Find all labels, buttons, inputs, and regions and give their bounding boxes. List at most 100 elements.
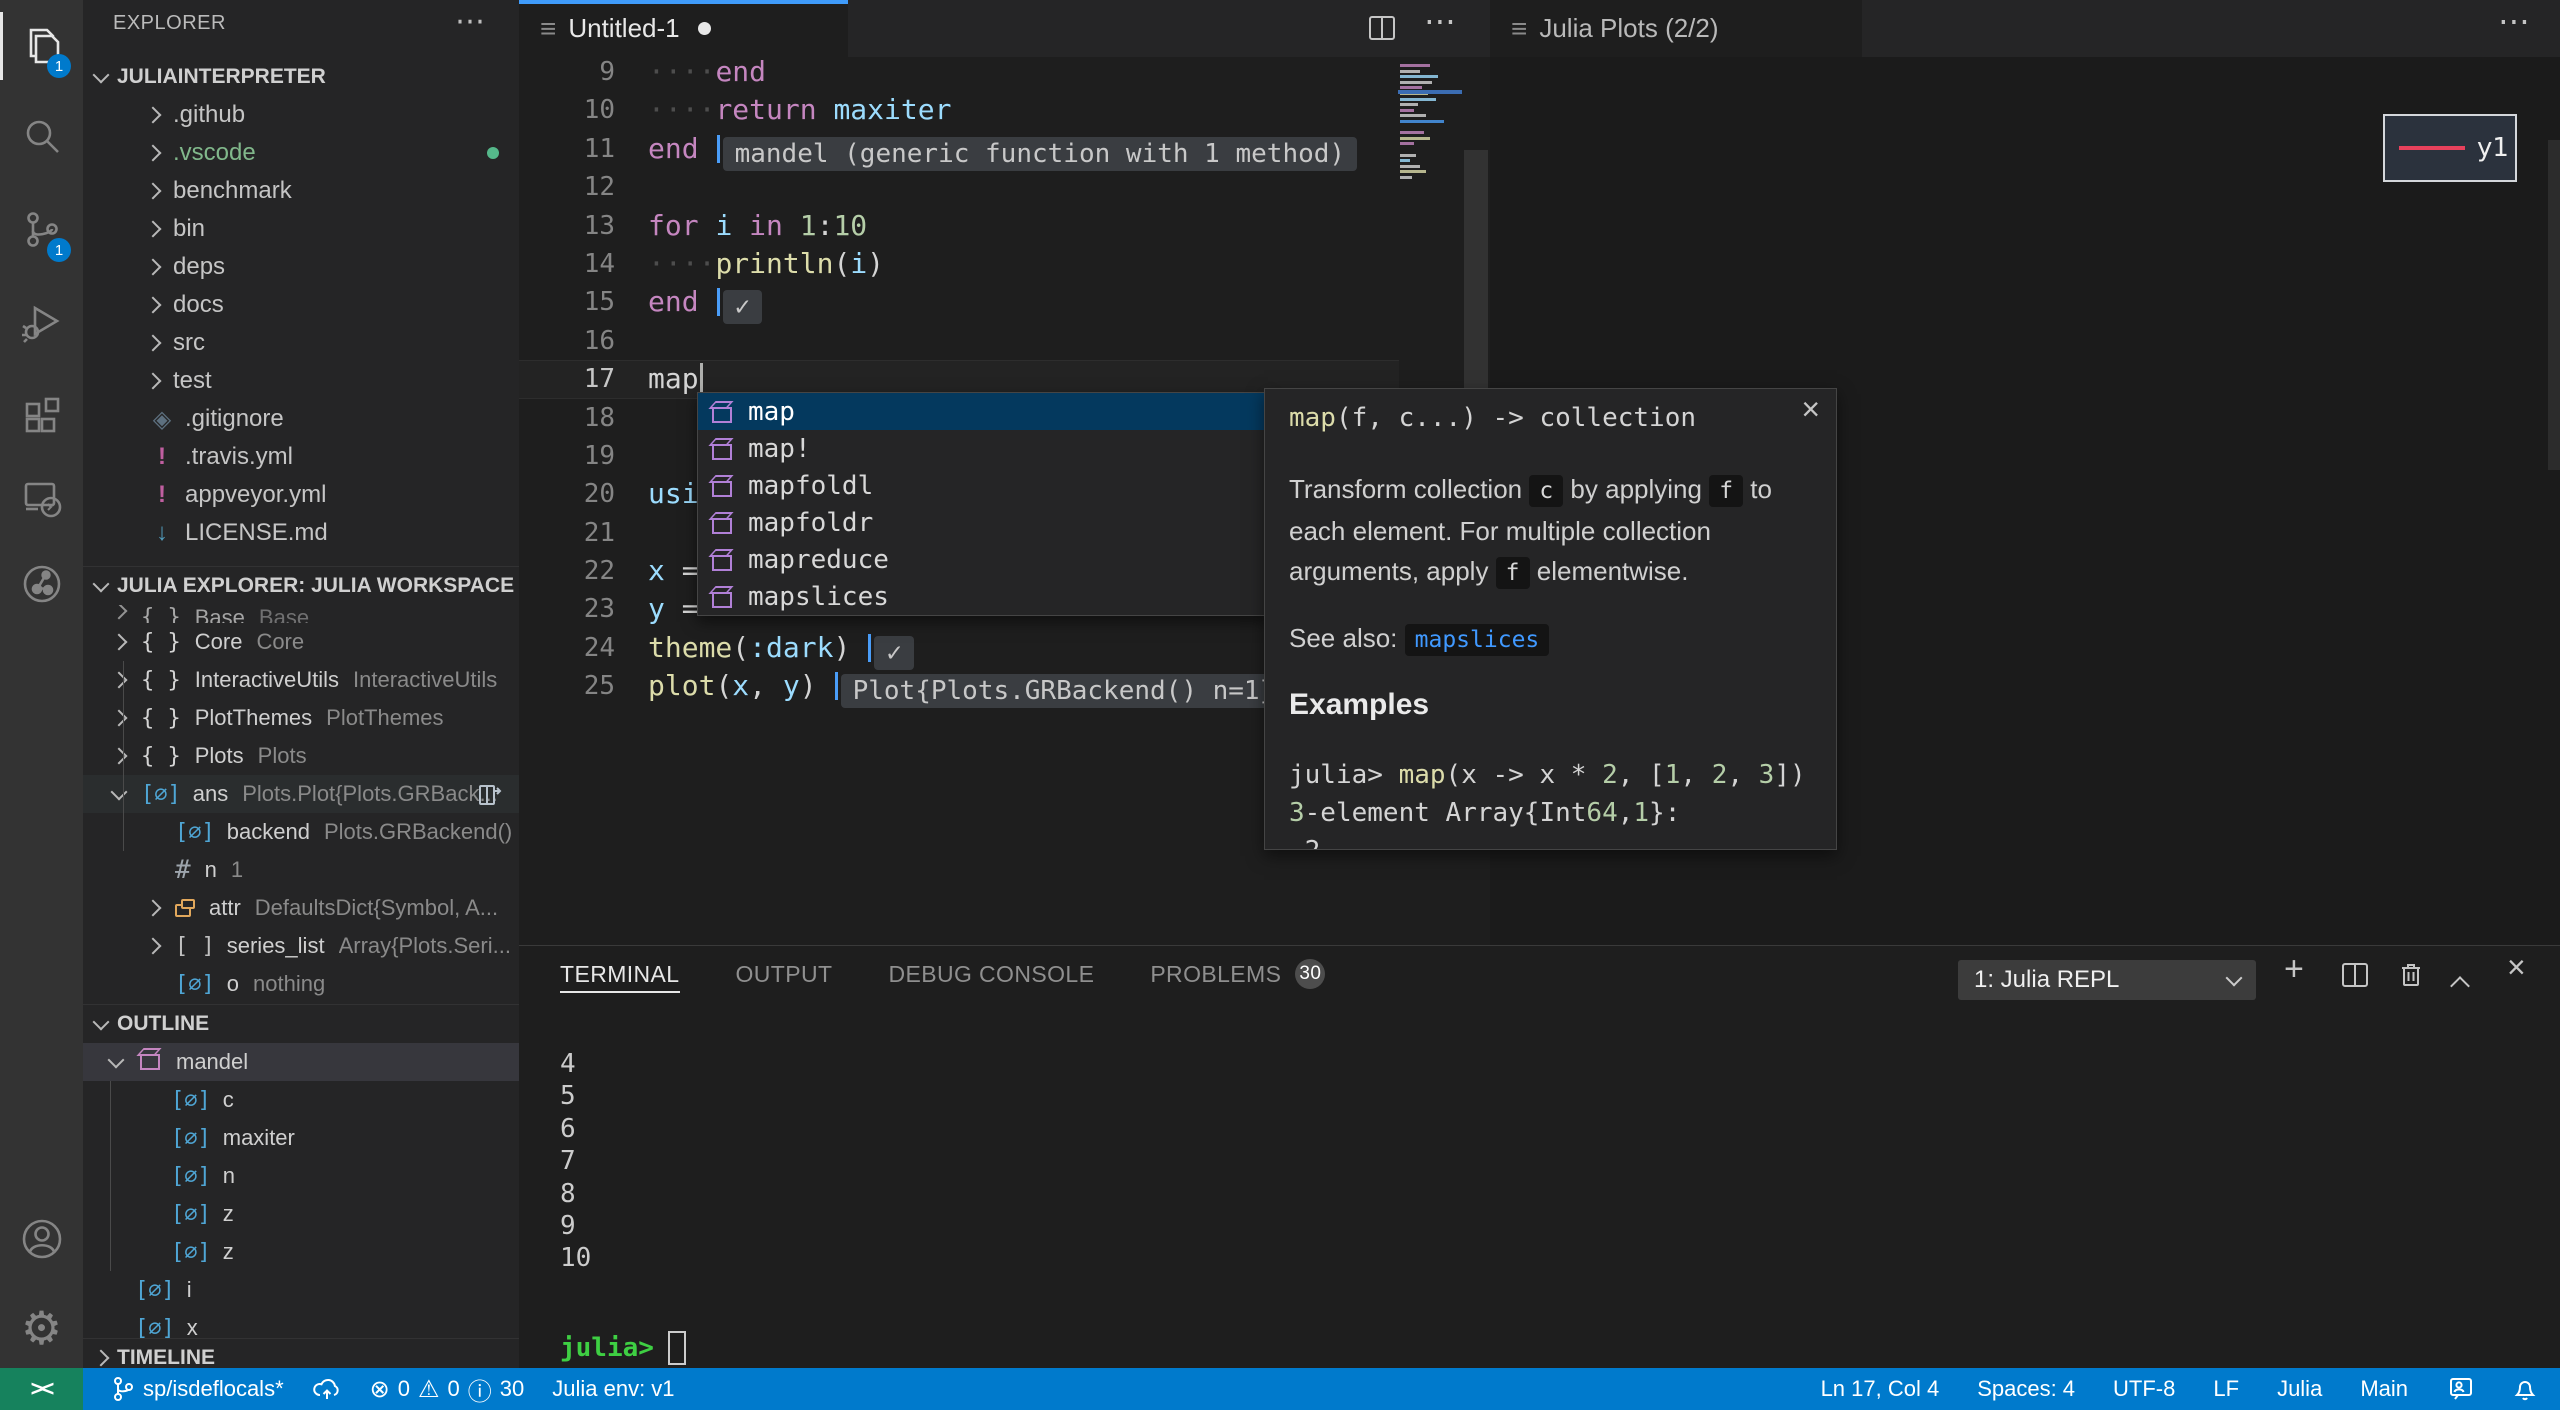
code-line-13[interactable]: 13 for i in 1:10	[519, 207, 1490, 245]
language-mode-item[interactable]: Julia	[2277, 1376, 2322, 1402]
line-content: y =	[648, 592, 699, 626]
panel-tab-problems[interactable]: PROBLEMS 30	[1150, 946, 1326, 1002]
code-line-16[interactable]: 16	[519, 322, 1490, 360]
workspace-row-ans[interactable]: [∅] ans Plots.Plot{Plots.GRBack...	[83, 775, 519, 813]
folder-row-.github[interactable]: .github	[83, 96, 519, 134]
workspace-row-Core[interactable]: { } Core Core	[83, 623, 519, 661]
remote-indicator[interactable]: ><	[0, 1368, 83, 1410]
outline-row-n[interactable]: [∅] n	[83, 1157, 519, 1195]
code-line-9[interactable]: 9 ····end	[519, 53, 1490, 91]
panel-tab-output[interactable]: OUTPUT	[736, 946, 833, 1002]
line-number: 17	[583, 364, 615, 395]
file-row-.travis.yml[interactable]: ! .travis.yml	[83, 438, 519, 476]
encoding-item[interactable]: UTF-8	[2113, 1376, 2175, 1402]
section-header-juliainterpreter[interactable]: JULIAINTERPRETER	[83, 58, 519, 96]
workspace-row-series_list[interactable]: [ ] series_list Array{Plots.Seri...	[83, 927, 519, 965]
chevron-right-icon	[110, 709, 128, 727]
outline-row-maxiter[interactable]: [∅] maxiter	[83, 1119, 519, 1157]
folder-row-src[interactable]: src	[83, 324, 519, 362]
minimap-line	[1400, 120, 1444, 123]
section-header-outline[interactable]: OUTLINE	[83, 1004, 519, 1043]
folder-row-deps[interactable]: deps	[83, 248, 519, 286]
run-debug-activity-button[interactable]	[0, 292, 83, 352]
workspace-row-backend[interactable]: [∅] backend Plots.GRBackend()	[83, 813, 519, 851]
chevron-right-icon	[144, 182, 162, 200]
code-line-10[interactable]: 10 ····return maxiter	[519, 91, 1490, 129]
kill-terminal-icon[interactable]	[2395, 959, 2427, 991]
outline-row-c[interactable]: [∅] c	[83, 1081, 519, 1119]
julia-prompt: julia>	[560, 1333, 654, 1363]
code-line-12[interactable]: 12	[519, 168, 1490, 206]
file-row-.gitignore[interactable]: ◈ .gitignore	[83, 400, 519, 438]
folder-row-.vscode[interactable]: .vscode	[83, 134, 519, 172]
outline-row-i[interactable]: [∅] i	[83, 1271, 519, 1309]
julia-main-item[interactable]: Main	[2360, 1376, 2408, 1402]
editor-more-actions-icon[interactable]: ⋯	[1424, 2, 1456, 40]
tab-untitled-1[interactable]: ≡ Untitled-1	[519, 0, 848, 57]
workspace-row-o[interactable]: [∅] o nothing	[83, 965, 519, 1003]
terminal-prompt[interactable]: julia>	[560, 1331, 686, 1365]
suggest-item-mapfoldl[interactable]: mapfoldl	[698, 467, 1267, 504]
remote-explorer-activity-button[interactable]	[0, 468, 83, 528]
workspace-row-n[interactable]: # n 1	[83, 851, 519, 889]
suggest-item-mapslices[interactable]: mapslices	[698, 578, 1267, 615]
workspace-row-PlotThemes[interactable]: { } PlotThemes PlotThemes	[83, 699, 519, 737]
accounts-activity-button[interactable]	[0, 1209, 83, 1269]
section-header-julia-explorer[interactable]: JULIA EXPLORER: JULIA WORKSPACE	[83, 566, 519, 605]
folder-row-test[interactable]: test	[83, 362, 519, 400]
code-line-15[interactable]: 15 end ✓	[519, 283, 1490, 325]
suggest-item-map[interactable]: map	[698, 393, 1267, 430]
outline-row-z[interactable]: [∅] z	[83, 1233, 519, 1271]
explorer-more-icon[interactable]: ⋯	[455, 4, 485, 39]
split-editor-icon[interactable]	[1366, 12, 1398, 44]
file-row-appveyor.yml[interactable]: ! appveyor.yml	[83, 476, 519, 514]
outline-row-z[interactable]: [∅] z	[83, 1195, 519, 1233]
explorer-activity-button[interactable]: 1	[0, 12, 83, 80]
settings-activity-button[interactable]: ⚙	[0, 1298, 83, 1358]
terminal-selector-dropdown[interactable]: 1: Julia REPL	[1958, 960, 2256, 1000]
snippet-cube-icon	[712, 591, 732, 608]
workspace-row-attr[interactable]: attr DefaultsDict{Symbol, A...	[83, 889, 519, 927]
suggest-item-mapfoldr[interactable]: mapfoldr	[698, 504, 1267, 541]
search-activity-button[interactable]	[0, 108, 83, 168]
line-content: map	[648, 361, 703, 397]
code-line-11[interactable]: 11 end mandel (generic function with 1 met…	[519, 130, 1490, 171]
panel-tab-debug-console[interactable]: DEBUG CONSOLE	[888, 946, 1094, 1002]
folder-row-bin[interactable]: bin	[83, 210, 519, 248]
panel-tab-terminal[interactable]: TERMINAL	[560, 946, 680, 1002]
notifications-item[interactable]	[2512, 1375, 2538, 1403]
outline-row-mandel[interactable]: mandel	[83, 1043, 519, 1081]
workspace-row-Plots[interactable]: { } Plots Plots	[83, 737, 519, 775]
terminal-output[interactable]: 4 5 6 7 8 9 10	[560, 1048, 591, 1275]
new-terminal-icon[interactable]: +	[2284, 949, 2304, 989]
folder-row-docs[interactable]: docs	[83, 286, 519, 324]
extensions-activity-button[interactable]	[0, 386, 83, 446]
suggest-item-mapreduce[interactable]: mapreduce	[698, 541, 1267, 578]
close-icon[interactable]: ×	[1801, 391, 1820, 428]
plots-scrollbar[interactable]	[2548, 140, 2560, 470]
plots-more-actions-icon[interactable]: ⋯	[2498, 2, 2530, 40]
git-branch-item[interactable]: sp/isdeflocals*	[111, 1375, 284, 1403]
close-panel-icon[interactable]: ×	[2507, 947, 2526, 987]
workspace-row-Base[interactable]: { } Base Base	[83, 605, 519, 623]
eol-item[interactable]: LF	[2213, 1376, 2239, 1402]
tab-julia-plots[interactable]: ≡ Julia Plots (2/2)	[1490, 0, 1862, 57]
file-row-LICENSE.md[interactable]: ↓ LICENSE.md	[83, 514, 519, 552]
open-in-editor-icon[interactable]	[477, 782, 503, 808]
section-header-timeline[interactable]: TIMELINE	[83, 1338, 519, 1368]
julia-env-item[interactable]: Julia env: v1	[552, 1376, 674, 1402]
julia-graph-activity-button[interactable]	[0, 554, 83, 614]
folder-row-benchmark[interactable]: benchmark	[83, 172, 519, 210]
workspace-row-InteractiveUtils[interactable]: { } InteractiveUtils InteractiveUtils	[83, 661, 519, 699]
source-control-activity-button[interactable]: 1	[0, 200, 83, 262]
problems-status-item[interactable]: ⊗ 0 ⚠ 0 ⓘ 30	[370, 1372, 525, 1407]
feedback-item[interactable]	[2446, 1375, 2474, 1403]
indentation-item[interactable]: Spaces: 4	[1977, 1376, 2075, 1402]
maximize-panel-icon[interactable]	[2450, 962, 2470, 1002]
split-terminal-icon[interactable]	[2339, 959, 2371, 991]
sync-changes-item[interactable]	[312, 1375, 342, 1403]
cursor-position-item[interactable]: Ln 17, Col 4	[1821, 1376, 1940, 1402]
suggest-item-map![interactable]: map!	[698, 430, 1267, 467]
mapslices-link[interactable]: mapslices	[1404, 624, 1550, 656]
code-line-14[interactable]: 14 ····println(i)	[519, 245, 1490, 283]
